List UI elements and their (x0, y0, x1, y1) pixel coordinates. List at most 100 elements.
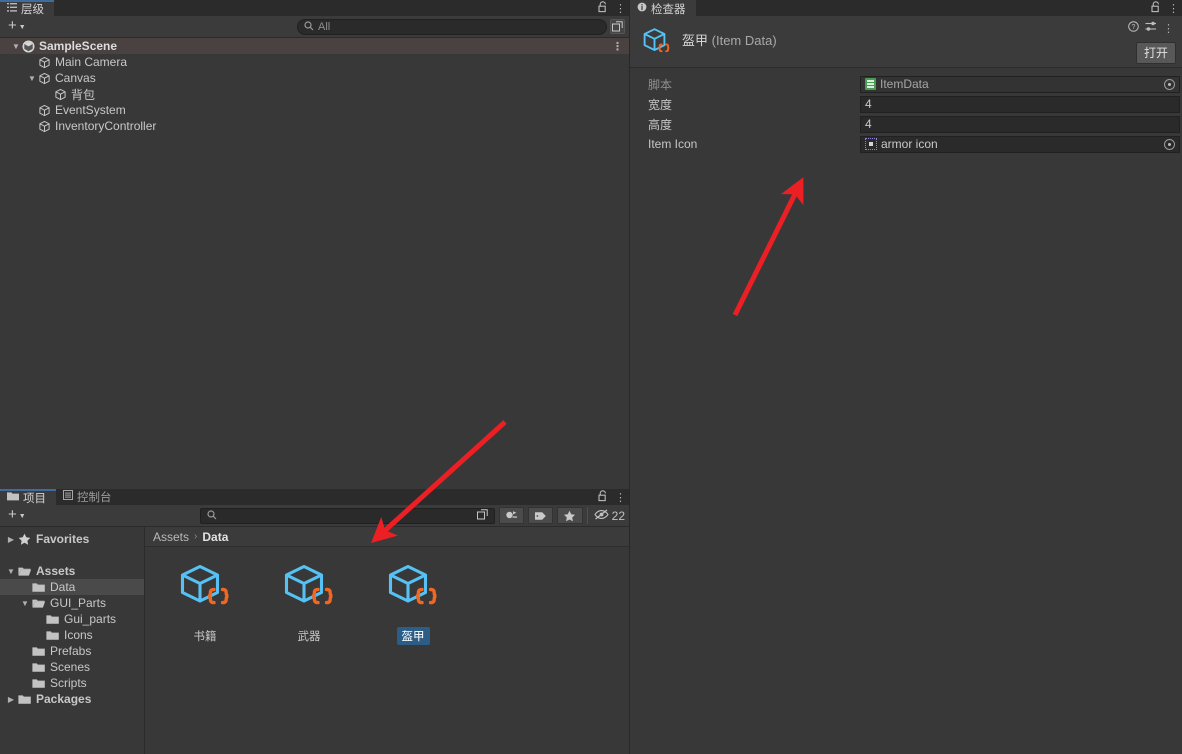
save-search-icon[interactable] (498, 507, 524, 524)
tab-inspector-label: 检查器 (651, 4, 686, 16)
hierarchy-search-expand-icon[interactable] (610, 19, 625, 34)
favorite-star-icon[interactable] (557, 507, 583, 524)
gameobject-cube-icon (38, 72, 51, 85)
chevron-right-icon[interactable]: ▶ (4, 535, 18, 544)
tab-project[interactable]: 项目 (0, 489, 56, 505)
breadcrumb-separator-icon: › (194, 531, 198, 542)
chevron-down-icon[interactable]: ▼ (10, 42, 22, 51)
tab-hierarchy[interactable]: 层级 (0, 0, 54, 16)
project-tree-item-Prefabs[interactable]: Prefabs (0, 643, 144, 659)
hierarchy-tree[interactable]: ▼ SampleScene ⋮ Main Camera ▼ Canvas 背包 EventSy… (0, 38, 629, 134)
project-tree-item-GUI_Parts[interactable]: ▼ GUI_Parts (0, 595, 144, 611)
hierarchy-item-Canvas[interactable]: ▼ Canvas (0, 70, 629, 86)
unity-editor-window: 层级 ⋮ + ▼ All ▼ SampleScene ⋮ Main Camera… (0, 0, 1182, 754)
project-tree-item-Scenes[interactable]: Scenes (0, 659, 144, 675)
hierarchy-item-Main Camera[interactable]: Main Camera (0, 54, 629, 70)
inspector-header-icons: ? ⋮ (1128, 21, 1174, 35)
project-tree-item-Assets[interactable]: ▼ Assets (0, 563, 144, 579)
inspector-field-value[interactable]: ItemData (860, 75, 1180, 93)
project-add-button[interactable]: + ▼ (4, 506, 32, 525)
chevron-down-icon: ▼ (18, 513, 26, 520)
hierarchy-menu-icon[interactable]: ⋮ (615, 2, 626, 15)
hierarchy-search-placeholder: All (318, 20, 331, 33)
asset-item-盔甲[interactable]: 盔甲 (375, 561, 451, 645)
hierarchy-search-input[interactable]: All (297, 18, 607, 35)
scriptable-object-icon (177, 561, 233, 620)
project-menu-icon[interactable]: ⋮ (615, 491, 626, 504)
chevron-down-icon[interactable]: ▼ (4, 567, 18, 576)
project-tree-item-Data[interactable]: Data (0, 579, 144, 595)
folder-icon (46, 630, 59, 641)
project-tree-item-Icons[interactable]: Icons (0, 627, 144, 643)
gameobject-cube-icon (38, 56, 51, 69)
asset-grid[interactable]: 书籍 武器 盔甲 (145, 547, 629, 754)
lock-open-icon[interactable] (598, 1, 608, 15)
folder-icon (32, 582, 45, 593)
hierarchy-add-button[interactable]: + ▼ (4, 17, 32, 36)
hierarchy-item-SampleScene[interactable]: ▼ SampleScene ⋮ (0, 38, 629, 54)
inspector-field-label: 脚本 (648, 77, 673, 92)
project-folder-tree[interactable]: ▶ Favorites ▼ Assets Data ▼ GUI_Parts Gui_parts… (0, 527, 145, 754)
hierarchy-item-label: Main Camera (55, 55, 128, 69)
lock-open-icon[interactable] (598, 490, 608, 504)
folder-icon (32, 662, 45, 673)
project-tree-item-label: Scenes (50, 660, 91, 674)
help-circle-icon[interactable]: ? (1128, 21, 1139, 35)
inspector-menu-icon[interactable]: ⋮ (1168, 2, 1179, 15)
project-content: Assets › Data 书籍 武器 盔甲 (145, 527, 629, 754)
eye-slash-icon (593, 509, 609, 522)
chevron-down-icon[interactable]: ▼ (26, 74, 38, 83)
inspector-field-value[interactable]: armor icon (860, 135, 1180, 153)
gameobject-cube-icon (54, 88, 67, 101)
scriptable-object-icon (281, 561, 337, 620)
chevron-right-icon[interactable]: ▶ (4, 695, 18, 704)
project-tree-item-label: Gui_parts (64, 612, 117, 626)
tab-inspector[interactable]: 检查器 (630, 0, 696, 16)
project-tree-item-Gui_parts[interactable]: Gui_parts (0, 611, 144, 627)
project-search-expand-icon[interactable] (476, 508, 488, 523)
gameobject-cube-icon (38, 120, 51, 133)
project-search-input[interactable] (200, 507, 495, 524)
inspector-field-value[interactable]: 4 (860, 115, 1180, 133)
svg-text:?: ? (1132, 24, 1136, 31)
scene-menu-icon[interactable]: ⋮ (612, 40, 623, 53)
asset-item-书籍[interactable]: 书籍 (167, 561, 243, 645)
breadcrumb-root[interactable]: Assets (153, 530, 189, 544)
chevron-down-icon[interactable]: ▼ (18, 599, 32, 608)
preset-sliders-icon[interactable] (1145, 21, 1157, 35)
project-add-label: + (8, 506, 17, 523)
breadcrumb-current[interactable]: Data (202, 530, 228, 544)
folder-open-icon (32, 598, 45, 609)
project-tree-item-Packages[interactable]: ▶ Packages (0, 691, 144, 707)
inspector-fields: 脚本 ItemData 宽度 4 高度 4 Item Icon armor icon (630, 68, 1182, 154)
inspector-field-value-text: 4 (865, 97, 872, 111)
object-picker-icon[interactable] (1164, 138, 1175, 150)
hierarchy-item-背包[interactable]: 背包 (0, 86, 629, 102)
inspector-field-label: 高度 (648, 117, 673, 132)
inspector-asset-type: (Item Data) (711, 33, 777, 48)
hidden-assets-counter[interactable]: 22 (586, 507, 625, 524)
project-tree-item-Scripts[interactable]: Scripts (0, 675, 144, 691)
sprite-asset-icon (865, 138, 877, 150)
hierarchy-item-InventoryController[interactable]: InventoryController (0, 118, 629, 134)
asset-item-label: 盔甲 (396, 627, 430, 645)
hierarchy-item-EventSystem[interactable]: EventSystem (0, 102, 629, 118)
inspector-field-脚本: 脚本 ItemData (630, 74, 1182, 94)
label-tag-icon[interactable] (527, 507, 554, 524)
inspector-more-icon[interactable]: ⋮ (1163, 22, 1174, 35)
lock-open-icon[interactable] (1151, 1, 1161, 15)
tab-hierarchy-label: 层级 (21, 4, 44, 16)
tab-console[interactable]: 控制台 (56, 489, 122, 505)
search-icon (207, 509, 217, 522)
hierarchy-item-label: EventSystem (55, 103, 126, 117)
search-icon (304, 20, 314, 33)
inspector-field-value[interactable]: 4 (860, 95, 1180, 113)
project-tree-item-label: Data (50, 580, 76, 594)
project-panel: 项目 控制台 ⋮ + ▼ 22 ▶ Favorites ▼ Assets Dat… (0, 489, 629, 754)
open-button[interactable]: 打开 (1135, 42, 1176, 64)
object-picker-icon[interactable] (1164, 78, 1175, 90)
inspector-tab-controls: ⋮ (1151, 0, 1179, 16)
asset-item-武器[interactable]: 武器 (271, 561, 347, 645)
inspector-field-label: Item Icon (648, 137, 698, 151)
project-tree-item-Favorites[interactable]: ▶ Favorites (0, 531, 144, 547)
